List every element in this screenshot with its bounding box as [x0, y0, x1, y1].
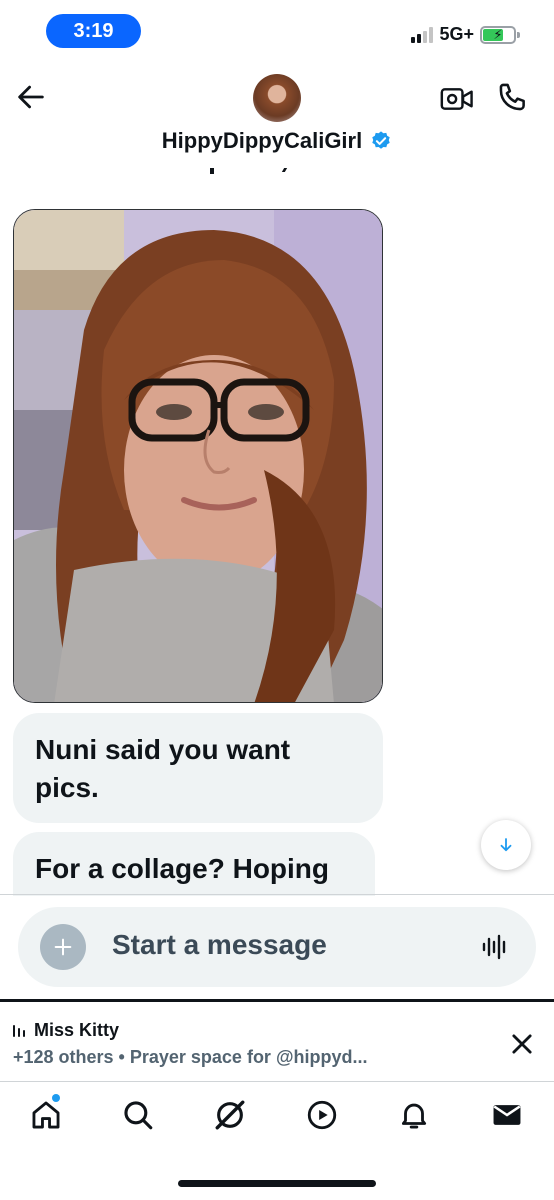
avatar[interactable] — [253, 74, 301, 122]
display-name: HippyDippyCaliGirl — [161, 128, 363, 153]
video-camera-icon[interactable] — [440, 84, 474, 114]
arrow-down-icon — [500, 838, 512, 852]
verified-badge-icon — [372, 131, 390, 149]
status-indicators: 5G+ ⚡ — [411, 24, 520, 45]
search-icon[interactable] — [121, 1098, 155, 1132]
grok-icon[interactable] — [213, 1098, 247, 1132]
live-space-bar[interactable]: Miss Kitty +128 others • Prayer space fo… — [0, 999, 554, 1082]
selfie-photo — [14, 210, 382, 702]
signal-icon — [411, 26, 434, 43]
home-icon[interactable] — [29, 1098, 63, 1132]
message-composer[interactable]: Start a message — [18, 907, 536, 987]
network-type: 5G+ — [439, 24, 474, 44]
message-bubble[interactable]: Nuni said you want pics. — [13, 713, 383, 823]
bottom-tab-bar — [0, 1090, 554, 1146]
close-icon[interactable] — [508, 1030, 536, 1058]
space-host-row: Miss Kitty — [12, 1020, 119, 1041]
status-time: 3:19 — [46, 14, 141, 48]
conversation-title[interactable]: HippyDippyCaliGirl — [0, 128, 554, 154]
audio-bars-icon — [13, 1024, 25, 1037]
scroll-to-bottom-button[interactable] — [481, 820, 531, 870]
video-icon[interactable] — [305, 1098, 339, 1132]
clipped-text-fragment — [210, 168, 214, 174]
space-host-name: Miss Kitty — [34, 1020, 120, 1040]
photo-message[interactable] — [13, 209, 383, 703]
message-bubble[interactable]: For a collage? Hoping — [13, 832, 375, 896]
back-arrow-icon[interactable] — [14, 80, 48, 114]
charging-bolt-icon: ⚡ — [493, 26, 503, 42]
phone-icon[interactable] — [496, 80, 530, 114]
home-indicator[interactable] — [178, 1180, 376, 1187]
new-content-dot — [52, 1094, 60, 1102]
voice-message-icon[interactable] — [480, 932, 510, 962]
messages-icon[interactable] — [490, 1098, 524, 1132]
clipped-text-fragment — [281, 168, 288, 172]
battery-icon: ⚡ — [480, 25, 520, 44]
divider — [0, 894, 554, 895]
message-input[interactable]: Start a message — [112, 929, 327, 961]
notifications-icon[interactable] — [397, 1098, 431, 1132]
plus-icon — [54, 938, 72, 956]
add-media-button[interactable] — [40, 924, 86, 970]
space-subtitle: +128 others • Prayer space for @hippyd..… — [13, 1047, 368, 1067]
